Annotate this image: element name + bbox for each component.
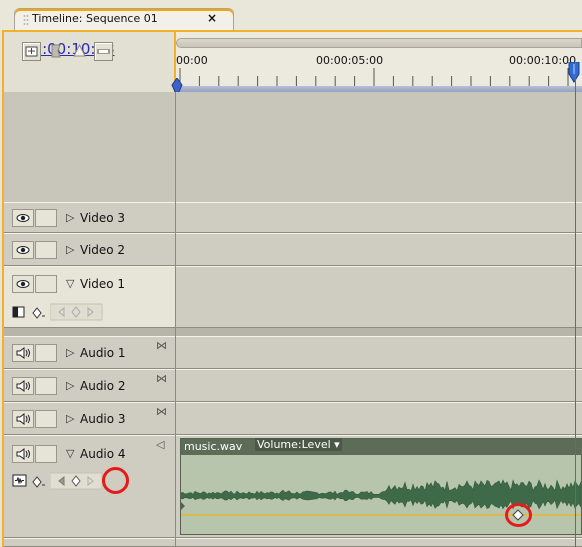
lock-track-button[interactable] <box>35 410 57 428</box>
keyframe-icon <box>73 43 86 57</box>
eye-icon <box>16 214 30 222</box>
header-area-divider[interactable] <box>175 92 176 547</box>
keyframe-navigator <box>50 303 103 321</box>
marker-icon <box>51 44 61 58</box>
triangle-right-icon[interactable]: ▷ <box>66 379 74 392</box>
display-style-icon[interactable] <box>12 305 26 319</box>
track-area-audio-1[interactable] <box>176 336 582 369</box>
add-keyframe-highlight[interactable] <box>102 467 129 494</box>
snap-button[interactable] <box>22 42 41 61</box>
track-header-video-3[interactable]: ▷ Video 3 <box>4 202 176 233</box>
toggle-track-output-button[interactable] <box>12 241 34 259</box>
playhead-handle-icon[interactable] <box>567 62 581 88</box>
speaker-icon <box>16 413 30 425</box>
link-toggle-button[interactable] <box>94 42 113 61</box>
grip-icon[interactable] <box>23 14 29 26</box>
toggle-track-output-button[interactable] <box>12 275 34 293</box>
track-name: Audio 1 <box>80 346 126 360</box>
track-name: Audio 3 <box>80 412 126 426</box>
triangle-right-icon[interactable]: ▷ <box>66 346 74 359</box>
triangle-right-icon[interactable]: ▷ <box>66 412 74 425</box>
lock-track-button[interactable] <box>35 344 57 362</box>
triangle-down-icon[interactable]: ▽ <box>66 277 74 290</box>
speaker-icon <box>16 380 30 392</box>
track-header-video-2[interactable]: ▷ Video 2 <box>4 233 176 266</box>
track-area-audio-2[interactable] <box>176 369 582 402</box>
tab-title: Timeline: Sequence 01 <box>32 12 158 25</box>
eye-icon <box>16 280 30 288</box>
track-header-empty <box>4 92 176 202</box>
close-icon[interactable]: × <box>207 11 217 25</box>
lock-track-button[interactable] <box>35 241 57 259</box>
playhead-line[interactable] <box>575 62 576 547</box>
track-name: Video 2 <box>80 243 126 257</box>
track-area-audio-3[interactable] <box>176 402 582 435</box>
keyframe-navigator <box>50 472 103 490</box>
link-icon <box>97 49 110 54</box>
channel-icon: ⋈ <box>156 339 167 352</box>
clip-name: music.wav <box>184 440 243 453</box>
speaker-icon <box>16 347 30 359</box>
track-name: Audio 2 <box>80 379 126 393</box>
triangle-right-icon[interactable]: ▷ <box>66 211 74 224</box>
time-ruler[interactable]: 00:00 00:00:05:00 00:00:10:00 <box>171 32 582 96</box>
track-header-audio-4[interactable]: ▽ Audio 4 ◁ <box>4 435 176 538</box>
toggle-track-output-button[interactable] <box>12 377 34 395</box>
track-header-video-1[interactable]: ▽ Video 1 <box>4 266 176 328</box>
set-marker-button[interactable] <box>46 42 65 61</box>
keyframe-menu-icon[interactable] <box>32 476 46 488</box>
eye-icon <box>16 246 30 254</box>
lock-track-button[interactable] <box>35 377 57 395</box>
speaker-icon <box>16 448 30 460</box>
keyframe-mode-button[interactable] <box>70 42 89 61</box>
channel-icon: ⋈ <box>156 372 167 385</box>
snap-icon <box>25 46 38 57</box>
channel-icon: ⋈ <box>156 405 167 418</box>
track-header-audio-3[interactable]: ▷ Audio 3 ⋈ <box>4 402 176 435</box>
track-name: Audio 4 <box>80 447 126 461</box>
toggle-track-output-button[interactable] <box>12 410 34 428</box>
track-area-video-1[interactable] <box>176 266 582 328</box>
track-area-audio-master[interactable] <box>176 538 582 547</box>
track-area-video-2[interactable] <box>176 233 582 266</box>
track-header-audio-1[interactable]: ▷ Audio 1 ⋈ <box>4 336 176 369</box>
keyframe-highlight <box>505 503 532 527</box>
effect-label: Volume:Level <box>257 438 331 451</box>
lock-track-button[interactable] <box>35 275 57 293</box>
track-header-audio-2[interactable]: ▷ Audio 2 ⋈ <box>4 369 176 402</box>
zoom-scrollbar[interactable] <box>176 38 582 48</box>
toggle-track-output-button[interactable] <box>12 344 34 362</box>
track-area-video-3[interactable] <box>176 202 582 233</box>
channel-icon: ◁ <box>156 438 165 451</box>
clip-header: music.wav Volume:Level ▾ <box>181 438 582 455</box>
lock-track-button[interactable] <box>35 209 57 227</box>
toggle-track-output-button[interactable] <box>12 209 34 227</box>
video-track-empty-area <box>176 92 582 202</box>
keyframe-menu-icon[interactable] <box>32 307 46 319</box>
tab-timeline-sequence[interactable]: Timeline: Sequence 01 × <box>14 8 234 31</box>
track-name: Video 3 <box>80 211 126 225</box>
lock-track-button[interactable] <box>35 445 57 463</box>
triangle-right-icon[interactable]: ▷ <box>66 243 74 256</box>
chevron-down-icon: ▾ <box>334 438 340 451</box>
toggle-track-output-button[interactable] <box>12 445 34 463</box>
ruler-ticks <box>179 68 569 86</box>
triangle-down-icon[interactable]: ▽ <box>66 447 74 460</box>
track-name: Video 1 <box>80 277 126 291</box>
track-header-audio-master[interactable] <box>4 538 176 547</box>
waveform-display-icon[interactable] <box>12 474 28 488</box>
effect-dropdown[interactable]: Volume:Level ▾ <box>255 438 342 451</box>
